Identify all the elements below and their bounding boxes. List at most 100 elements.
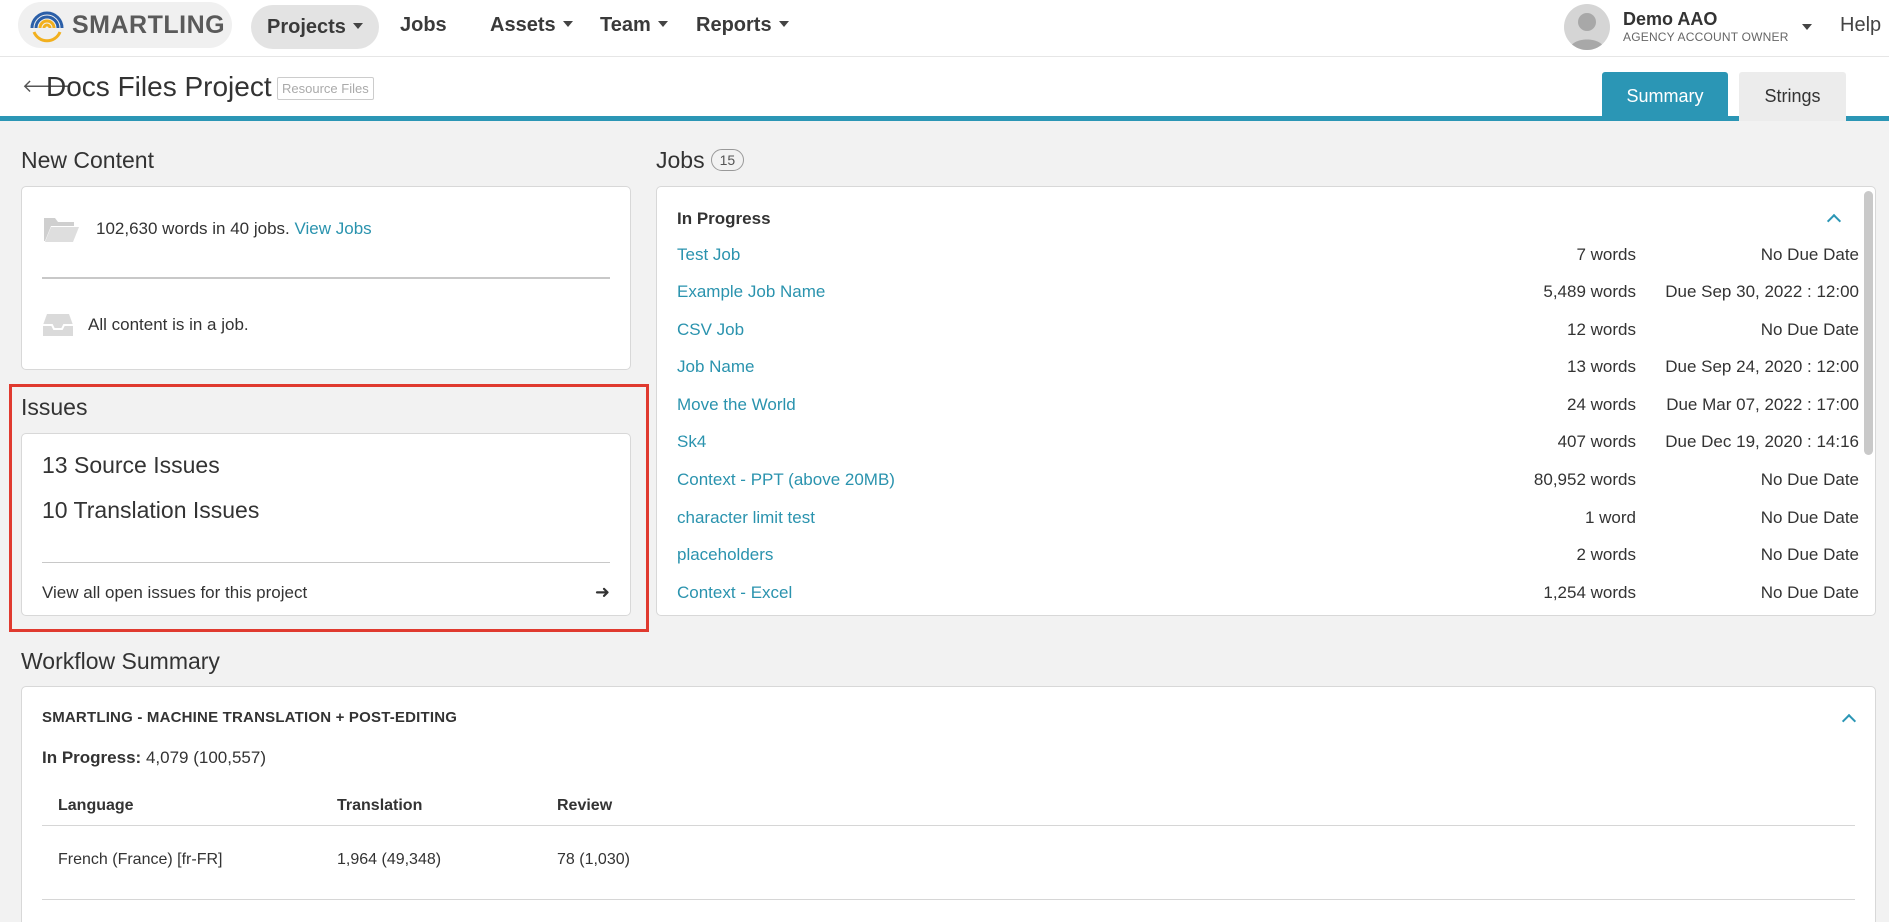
user-role: AGENCY ACCOUNT OWNER (1623, 30, 1789, 44)
chevron-down-icon (562, 20, 573, 27)
in-progress-value: 4,079 (100,557) (145, 748, 266, 767)
job-name-link[interactable]: Context - Excel (677, 583, 792, 603)
jobs-count-badge: 15 (710, 148, 745, 171)
job-row: Job Name 13 words Due Sep 24, 2020 : 12:… (677, 357, 1859, 385)
job-row: Sk4 407 words Due Dec 19, 2020 : 14:16 (677, 432, 1859, 460)
user-name[interactable]: Demo AAO (1623, 9, 1717, 30)
chevron-down-icon (352, 22, 363, 29)
job-word-count: 5,489 words (1543, 282, 1636, 301)
jobs-card: In Progress Test Job 7 words No Due Date… (656, 186, 1876, 616)
job-name-link[interactable]: Sk4 (677, 432, 706, 452)
view-all-issues-link[interactable]: View all open issues for this project ➜ (42, 582, 610, 603)
job-word-count: 12 words (1567, 320, 1636, 339)
divider (42, 562, 610, 563)
new-content-words-text: 102,630 words in 40 jobs. (96, 219, 290, 238)
view-all-issues-label: View all open issues for this project (42, 582, 308, 602)
job-name-link[interactable]: CSV Job (677, 320, 744, 340)
nav-assets-label: Assets (490, 14, 556, 36)
divider (42, 277, 610, 279)
job-name-link[interactable]: Test Job (677, 245, 740, 265)
nav-jobs-label: Jobs (400, 14, 447, 36)
new-content-card: 102,630 words in 40 jobs. View Jobs All … (21, 186, 631, 370)
source-issues-count[interactable]: 13 Source Issues (42, 452, 220, 479)
issues-title: Issues (21, 394, 88, 420)
divider (42, 825, 1855, 826)
job-word-count: 80,952 words (1533, 470, 1636, 489)
workflow-summary-title: Workflow Summary (21, 648, 220, 674)
job-row: Example Job Name 5,489 words Due Sep 30,… (677, 282, 1859, 310)
view-jobs-link[interactable]: View Jobs (294, 219, 371, 239)
job-name-link[interactable]: Context - PPT (above 20MB) (677, 470, 895, 490)
page-title: Docs Files Project (46, 71, 272, 102)
nav-jobs[interactable]: Jobs (400, 0, 447, 50)
job-word-count: 13 words (1567, 357, 1636, 376)
arrow-right-icon: ➜ (594, 582, 610, 602)
job-due-date: No Due Date (1760, 470, 1859, 489)
column-header-review: Review (557, 797, 613, 814)
logo-text: SMARTLING (72, 10, 226, 39)
job-name-link[interactable]: placeholders (677, 545, 773, 565)
user-menu-chevron-icon[interactable] (1802, 24, 1812, 30)
job-word-count: 1,254 words (1543, 583, 1636, 602)
chevron-up-icon[interactable] (1841, 713, 1857, 729)
job-name-link[interactable]: character limit test (677, 508, 815, 528)
divider (42, 899, 1855, 900)
job-due-date: No Due Date (1760, 320, 1859, 339)
job-row: Context - Excel 1,254 words No Due Date (677, 583, 1859, 611)
job-due-date: No Due Date (1760, 245, 1859, 264)
job-row: Test Job 7 words No Due Date (677, 245, 1859, 273)
issues-card: 13 Source Issues 10 Translation Issues V… (21, 433, 631, 616)
job-due-date: No Due Date (1760, 508, 1859, 527)
workflow-card: SMARTLING - MACHINE TRANSLATION + POST-E… (21, 686, 1876, 922)
folder-open-icon (44, 218, 79, 242)
job-name-link[interactable]: Job Name (677, 357, 754, 377)
project-type-tag: Resource Files (277, 77, 374, 100)
help-menu[interactable]: Help (1840, 0, 1881, 50)
job-due-date: Due Sep 30, 2022 : 12:00 (1665, 282, 1859, 301)
job-row: Context - PPT (above 20MB) 80,952 words … (677, 470, 1859, 498)
avatar[interactable] (1564, 4, 1610, 50)
help-label: Help (1840, 14, 1882, 36)
workflow-in-progress: In Progress: 4,079 (100,557) (42, 748, 266, 768)
smartling-logo-icon (30, 11, 64, 43)
job-name-link[interactable]: Move the World (677, 395, 796, 415)
new-content-words-row: 102,630 words in 40 jobs. View Jobs (42, 214, 372, 244)
all-content-row: All content is in a job. (42, 312, 249, 338)
column-header-language: Language (58, 797, 134, 814)
chevron-down-icon (778, 20, 789, 27)
job-word-count: 1 word (1584, 508, 1636, 527)
job-due-date: Due Mar 07, 2022 : 17:00 (1666, 395, 1859, 414)
tab-summary[interactable]: Summary (1602, 72, 1728, 121)
nav-reports-label: Reports (696, 14, 772, 36)
nav-assets[interactable]: Assets (490, 0, 573, 50)
job-word-count: 7 words (1576, 245, 1636, 264)
jobs-group-label: In Progress (677, 209, 771, 228)
nav-reports[interactable]: Reports (696, 0, 789, 50)
job-name-link[interactable]: Example Job Name (677, 282, 825, 302)
new-content-title: New Content (21, 147, 154, 173)
job-due-date: Due Dec 19, 2020 : 14:16 (1665, 432, 1859, 451)
jobs-scrollbar[interactable] (1864, 191, 1873, 455)
job-word-count: 24 words (1567, 395, 1636, 414)
project-header: 🡐 Docs Files Project Resource Files Summ… (0, 57, 1889, 121)
job-word-count: 2 words (1576, 545, 1636, 564)
top-navigation: SMARTLING Projects Jobs Assets Team Repo… (0, 0, 1889, 57)
workflow-translation-link[interactable]: 1,964 (49,348) (337, 851, 441, 869)
smartling-logo[interactable]: SMARTLING (18, 2, 232, 48)
chevron-up-icon[interactable] (1826, 213, 1842, 229)
user-icon (1569, 13, 1605, 50)
jobs-title: Jobs 15 (656, 147, 745, 174)
jobs-title-text: Jobs (656, 147, 705, 173)
workflow-review-link[interactable]: 78 (1,030) (557, 851, 630, 869)
tab-strings[interactable]: Strings (1739, 72, 1846, 121)
nav-projects[interactable]: Projects (251, 5, 379, 49)
workflow-name: SMARTLING - MACHINE TRANSLATION + POST-E… (42, 709, 458, 726)
in-progress-label: In Progress: (42, 748, 142, 767)
all-content-text: All content is in a job. (88, 315, 249, 334)
job-row: CSV Job 12 words No Due Date (677, 320, 1859, 348)
translation-issues-count[interactable]: 10 Translation Issues (42, 497, 259, 524)
job-due-date: No Due Date (1760, 545, 1859, 564)
job-word-count: 407 words (1557, 432, 1636, 451)
chevron-down-icon (657, 20, 668, 27)
nav-team[interactable]: Team (600, 0, 668, 50)
